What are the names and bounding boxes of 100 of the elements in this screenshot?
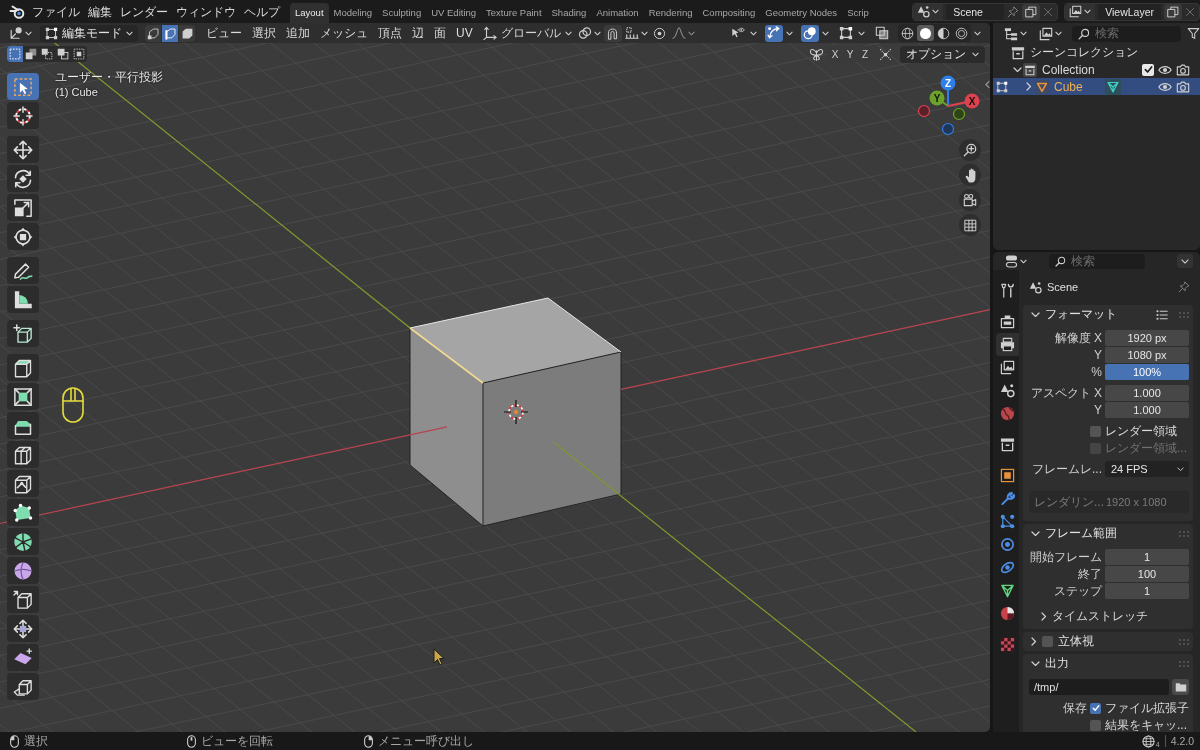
selection-mode-button[interactable] [23, 46, 39, 62]
workspace-tab[interactable]: Shading [546, 3, 592, 23]
caret-icon[interactable] [786, 30, 793, 36]
number-field[interactable]: 100 [1105, 566, 1189, 582]
section-header[interactable]: 立体視 [1023, 632, 1193, 651]
checkbox[interactable] [1041, 636, 1053, 647]
caret-icon[interactable] [750, 30, 757, 36]
overlay-toggle[interactable] [801, 24, 819, 42]
new-scene-button[interactable] [1022, 3, 1041, 20]
tool-button[interactable] [7, 644, 39, 671]
new-view-layer-button[interactable] [1164, 3, 1182, 20]
projection-button[interactable] [959, 214, 981, 236]
camera-view-button[interactable] [959, 189, 981, 211]
checkbox-label[interactable]: 結果をキャッ... [1105, 716, 1187, 732]
number-field[interactable]: 1 [1105, 583, 1189, 599]
outliner-row[interactable]: シーンコレクション [993, 44, 1200, 61]
tool-button[interactable] [7, 673, 39, 700]
number-field[interactable]: 1.000 [1105, 385, 1189, 401]
number-field[interactable]: 1080 px [1105, 347, 1189, 363]
mesh-overlay-toggle[interactable] [837, 24, 855, 42]
butterfly-icon[interactable] [809, 46, 824, 62]
browse-folder-button[interactable] [1172, 679, 1189, 695]
outliner-row[interactable]: Cube [993, 78, 1200, 95]
path-field[interactable]: /tmp/ [1029, 679, 1169, 695]
selection-mode-button[interactable] [7, 46, 23, 62]
subsection-header[interactable]: タイムストレッチ [1029, 607, 1189, 625]
view-layer-filter-button[interactable] [1037, 25, 1064, 42]
close-icon[interactable] [1043, 6, 1054, 17]
pin-icon[interactable] [1007, 5, 1020, 18]
vertex-square-icon[interactable] [996, 80, 1008, 93]
mode-dropdown[interactable]: 編集モード [40, 24, 138, 42]
menu-item[interactable]: メッシュ [315, 24, 373, 42]
section-header[interactable]: フォーマット [1023, 305, 1193, 324]
close-icon[interactable] [1185, 6, 1195, 17]
camera-icon[interactable] [1176, 79, 1190, 94]
tool-button[interactable] [7, 286, 39, 313]
menu-item[interactable]: 編集 [84, 2, 116, 21]
menu-item[interactable]: 追加 [281, 24, 315, 42]
mirror-axis-toggle[interactable]: Y [843, 46, 857, 62]
snap-toggle[interactable] [603, 24, 622, 42]
tool-button[interactable] [7, 136, 39, 163]
select-dropdown[interactable]: 24 FPS [1105, 461, 1189, 477]
outliner-row[interactable]: Collection [993, 61, 1200, 78]
tool-button[interactable] [7, 165, 39, 192]
exclude-checkbox[interactable] [1142, 63, 1154, 76]
edge-mode-button[interactable] [162, 24, 178, 42]
menu-item[interactable]: UV [451, 24, 478, 42]
workspace-tab[interactable]: Scrip [842, 3, 874, 23]
options-button[interactable] [1177, 254, 1193, 268]
tool-button[interactable] [7, 223, 39, 250]
chevron-icon[interactable] [1012, 66, 1022, 73]
scene-browse-button[interactable] [913, 3, 944, 20]
selection-mode-button[interactable] [71, 46, 87, 62]
menu-item[interactable]: 面 [429, 24, 451, 42]
section-header[interactable]: フレーム範囲 [1023, 524, 1193, 543]
workspace-tab[interactable]: Animation [591, 3, 644, 23]
tool-button[interactable] [7, 615, 39, 642]
tool-button[interactable] [7, 383, 39, 410]
menu-item[interactable]: レンダー [116, 2, 172, 21]
shading-mode-button[interactable] [917, 25, 934, 41]
chevron-icon[interactable] [1026, 82, 1032, 91]
tool-button[interactable] [7, 257, 39, 284]
menu-item[interactable]: ビュー [201, 24, 247, 42]
number-field[interactable]: 1 [1105, 549, 1189, 565]
camera-icon[interactable] [1176, 62, 1190, 77]
workspace-tab[interactable]: Rendering [643, 3, 698, 23]
slider-field[interactable]: 100% [1105, 364, 1189, 380]
tool-button[interactable] [7, 102, 39, 129]
filter-icon[interactable] [1187, 27, 1200, 40]
section-header[interactable]: 出力 [1023, 654, 1193, 673]
number-field[interactable]: 1920 px [1105, 330, 1189, 346]
tool-button[interactable] [7, 470, 39, 497]
options-dropdown[interactable]: オプション [900, 45, 985, 63]
workspace-tab[interactable]: Layout [290, 3, 329, 23]
crosshair-cursor-icon[interactable] [503, 399, 529, 425]
tool-button[interactable] [7, 412, 39, 439]
gizmo-toggle[interactable] [765, 24, 783, 42]
tool-button[interactable] [7, 320, 39, 347]
workspace-tab[interactable]: Sculpting [377, 3, 427, 23]
pan-button[interactable] [959, 164, 981, 186]
preset-list-icon[interactable] [1156, 308, 1168, 321]
checkbox[interactable] [1090, 425, 1101, 437]
tool-button[interactable] [7, 586, 39, 613]
xray-toggle[interactable] [873, 24, 891, 42]
vertex-mode-button[interactable] [145, 24, 161, 42]
number-field[interactable]: 1.000 [1105, 402, 1189, 418]
menu-item[interactable]: ウィンドウ [172, 2, 240, 21]
orientation-dropdown[interactable]: グローバル [479, 24, 575, 42]
menu-item[interactable]: ヘルプ [240, 2, 284, 21]
menu-item[interactable]: 辺 [407, 24, 429, 42]
tool-button[interactable] [7, 194, 39, 221]
shading-mode-button[interactable] [953, 25, 970, 41]
tool-button[interactable] [7, 528, 39, 555]
checkbox-label[interactable]: レンダー領域 [1105, 422, 1177, 440]
app-logo-icon[interactable] [9, 3, 25, 20]
view-layer-browse-button[interactable] [1065, 3, 1096, 20]
tool-button[interactable] [7, 499, 39, 526]
view-layer-name-field[interactable]: ViewLayer [1098, 3, 1161, 20]
drag-handle-icon[interactable] [1179, 530, 1189, 537]
scene-name-field[interactable]: Scene [946, 3, 1005, 20]
